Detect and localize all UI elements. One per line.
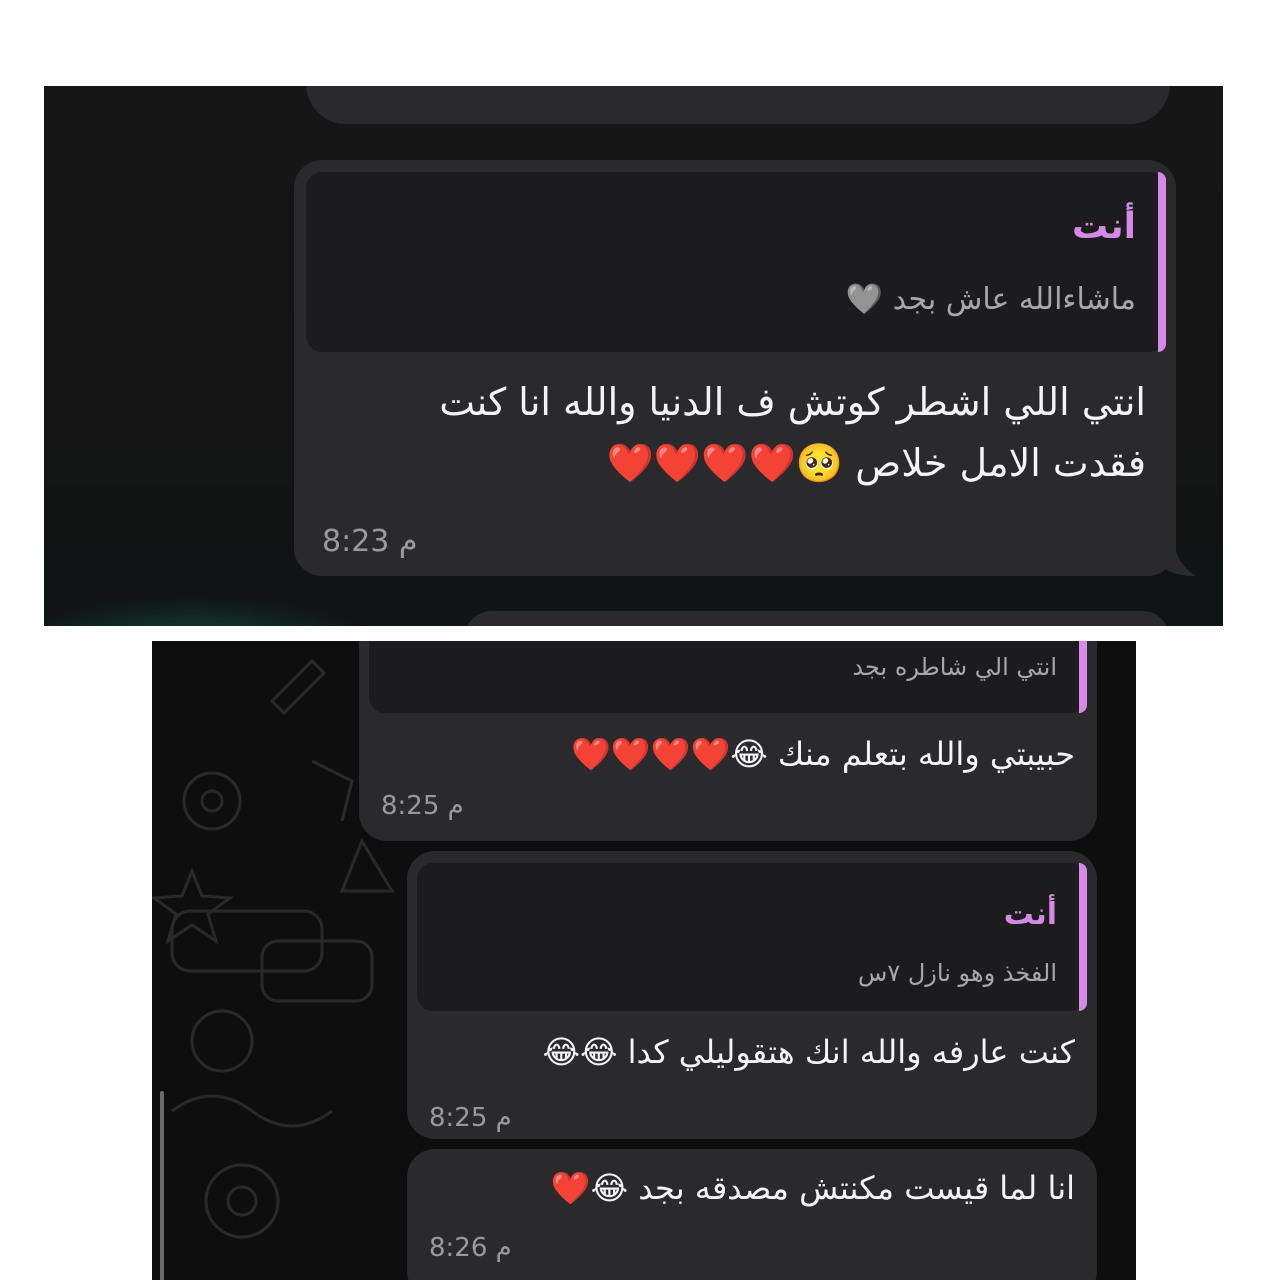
message-text: انتي اللي اشطر كوتش ف الدنيا والله انا ك… (439, 380, 1146, 485)
message-bubble-1[interactable]: انتي الي شاطره بجد حبيبتي والله بتعلم من… (359, 641, 1097, 841)
message-text: انا لما قيست مكنتش مصدقه بجد 😂❤️ (550, 1169, 1075, 1207)
reply-quote-text: ماشاءالله عاش بجد 🩶 (845, 282, 1136, 317)
laughing-and-heart-emoji: 😂❤️ (550, 1169, 629, 1207)
next-message-bubble[interactable] (464, 611, 1170, 626)
reply-quote-text: انتي الي شاطره بجد (852, 653, 1057, 681)
message-bubble-3[interactable]: انا لما قيست مكنتش مصدقه بجد 😂❤️ 8:26 م (407, 1149, 1097, 1280)
message-time: 8:25 م (429, 1103, 512, 1133)
message-time: 8:25 م (381, 791, 464, 821)
reply-quote-author: أنت (1072, 206, 1136, 247)
message-bubble-2[interactable]: أنت الفخذ وهو نازل ٧س كنت عارفه والله ان… (407, 851, 1097, 1139)
message-text: حبيبتي والله بتعلم منك 😂❤️❤️❤️❤️ (570, 735, 1075, 773)
chat-screenshot-top: أنت ماشاءالله عاش بجد 🩶 انتي اللي اشطر ك… (44, 86, 1223, 626)
reply-quote[interactable]: أنت الفخذ وهو نازل ٧س (417, 863, 1087, 1011)
reply-quote-accent (1079, 863, 1087, 1011)
reply-quote-accent (1158, 172, 1166, 352)
grey-heart-icon: 🩶 (845, 282, 884, 317)
reply-quote-text: الفخذ وهو نازل ٧س (858, 959, 1057, 987)
pleading-and-hearts-emoji: 🥺❤️❤️❤️❤️ (606, 440, 844, 485)
laughing-and-hearts-emoji: 😂❤️❤️❤️❤️ (570, 735, 768, 773)
reply-quote[interactable]: أنت ماشاءالله عاش بجد 🩶 (306, 172, 1166, 352)
message-time: 8:26 م (429, 1233, 512, 1263)
message-time: 8:23 م (322, 524, 418, 559)
reply-quote[interactable]: انتي الي شاطره بجد (369, 641, 1087, 713)
reply-quote-author: أنت (1003, 897, 1057, 932)
message-text: كنت عارفه والله انك هتقوليلي كدا 😂😂 (542, 1033, 1075, 1071)
chat-screenshot-bottom: انتي الي شاطره بجد حبيبتي والله بتعلم من… (152, 641, 1136, 1280)
previous-message-bubble[interactable] (306, 86, 1170, 124)
message-bubble[interactable]: أنت ماشاءالله عاش بجد 🩶 انتي اللي اشطر ك… (294, 160, 1176, 576)
scrollbar[interactable] (160, 1091, 164, 1280)
bubble-tail-icon (1164, 538, 1196, 576)
reply-quote-accent (1079, 641, 1087, 713)
laughing-emoji: 😂😂 (542, 1033, 618, 1071)
